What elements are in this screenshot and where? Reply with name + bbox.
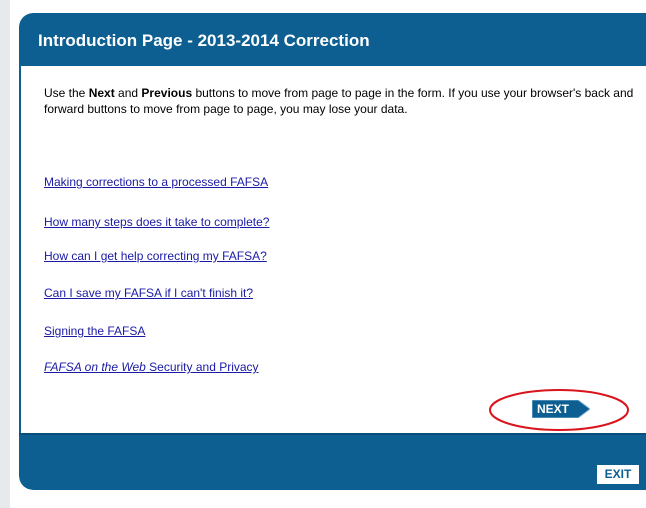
link-security-privacy[interactable]: FAFSA on the Web Security and Privacy (44, 360, 259, 374)
exit-button[interactable]: EXIT (597, 465, 639, 484)
link-help-correcting[interactable]: How can I get help correcting my FAFSA? (44, 249, 267, 263)
link-security-privacy-italic: FAFSA on the Web (44, 360, 146, 374)
next-button-label: NEXT (537, 402, 570, 416)
instructions-text: Use the Next and Previous buttons to mov… (44, 85, 634, 117)
link-save-fafsa[interactable]: Can I save my FAFSA if I can't finish it… (44, 286, 253, 300)
page-title: Introduction Page - 2013-2014 Correction (38, 31, 370, 50)
instructions-part-1: Use the (44, 86, 89, 100)
link-signing-fafsa[interactable]: Signing the FAFSA (44, 324, 145, 338)
page-header: Introduction Page - 2013-2014 Correction (19, 13, 646, 66)
page-footer: EXIT (19, 433, 646, 490)
instructions-part-2: and (114, 86, 142, 100)
next-button-area: NEXT (488, 388, 630, 432)
instructions-next-word: Next (88, 86, 115, 100)
footer-divider (19, 433, 646, 435)
instructions-previous-word: Previous (141, 86, 193, 100)
link-making-corrections[interactable]: Making corrections to a processed FAFSA (44, 175, 268, 189)
link-how-many-steps[interactable]: How many steps does it take to complete? (44, 215, 269, 229)
link-security-privacy-rest: Security and Privacy (145, 360, 259, 374)
left-gutter (0, 0, 10, 508)
form-panel: Introduction Page - 2013-2014 Correction… (19, 13, 646, 490)
content-area: Use the Next and Previous buttons to mov… (19, 66, 646, 433)
next-button[interactable]: NEXT (532, 400, 590, 418)
